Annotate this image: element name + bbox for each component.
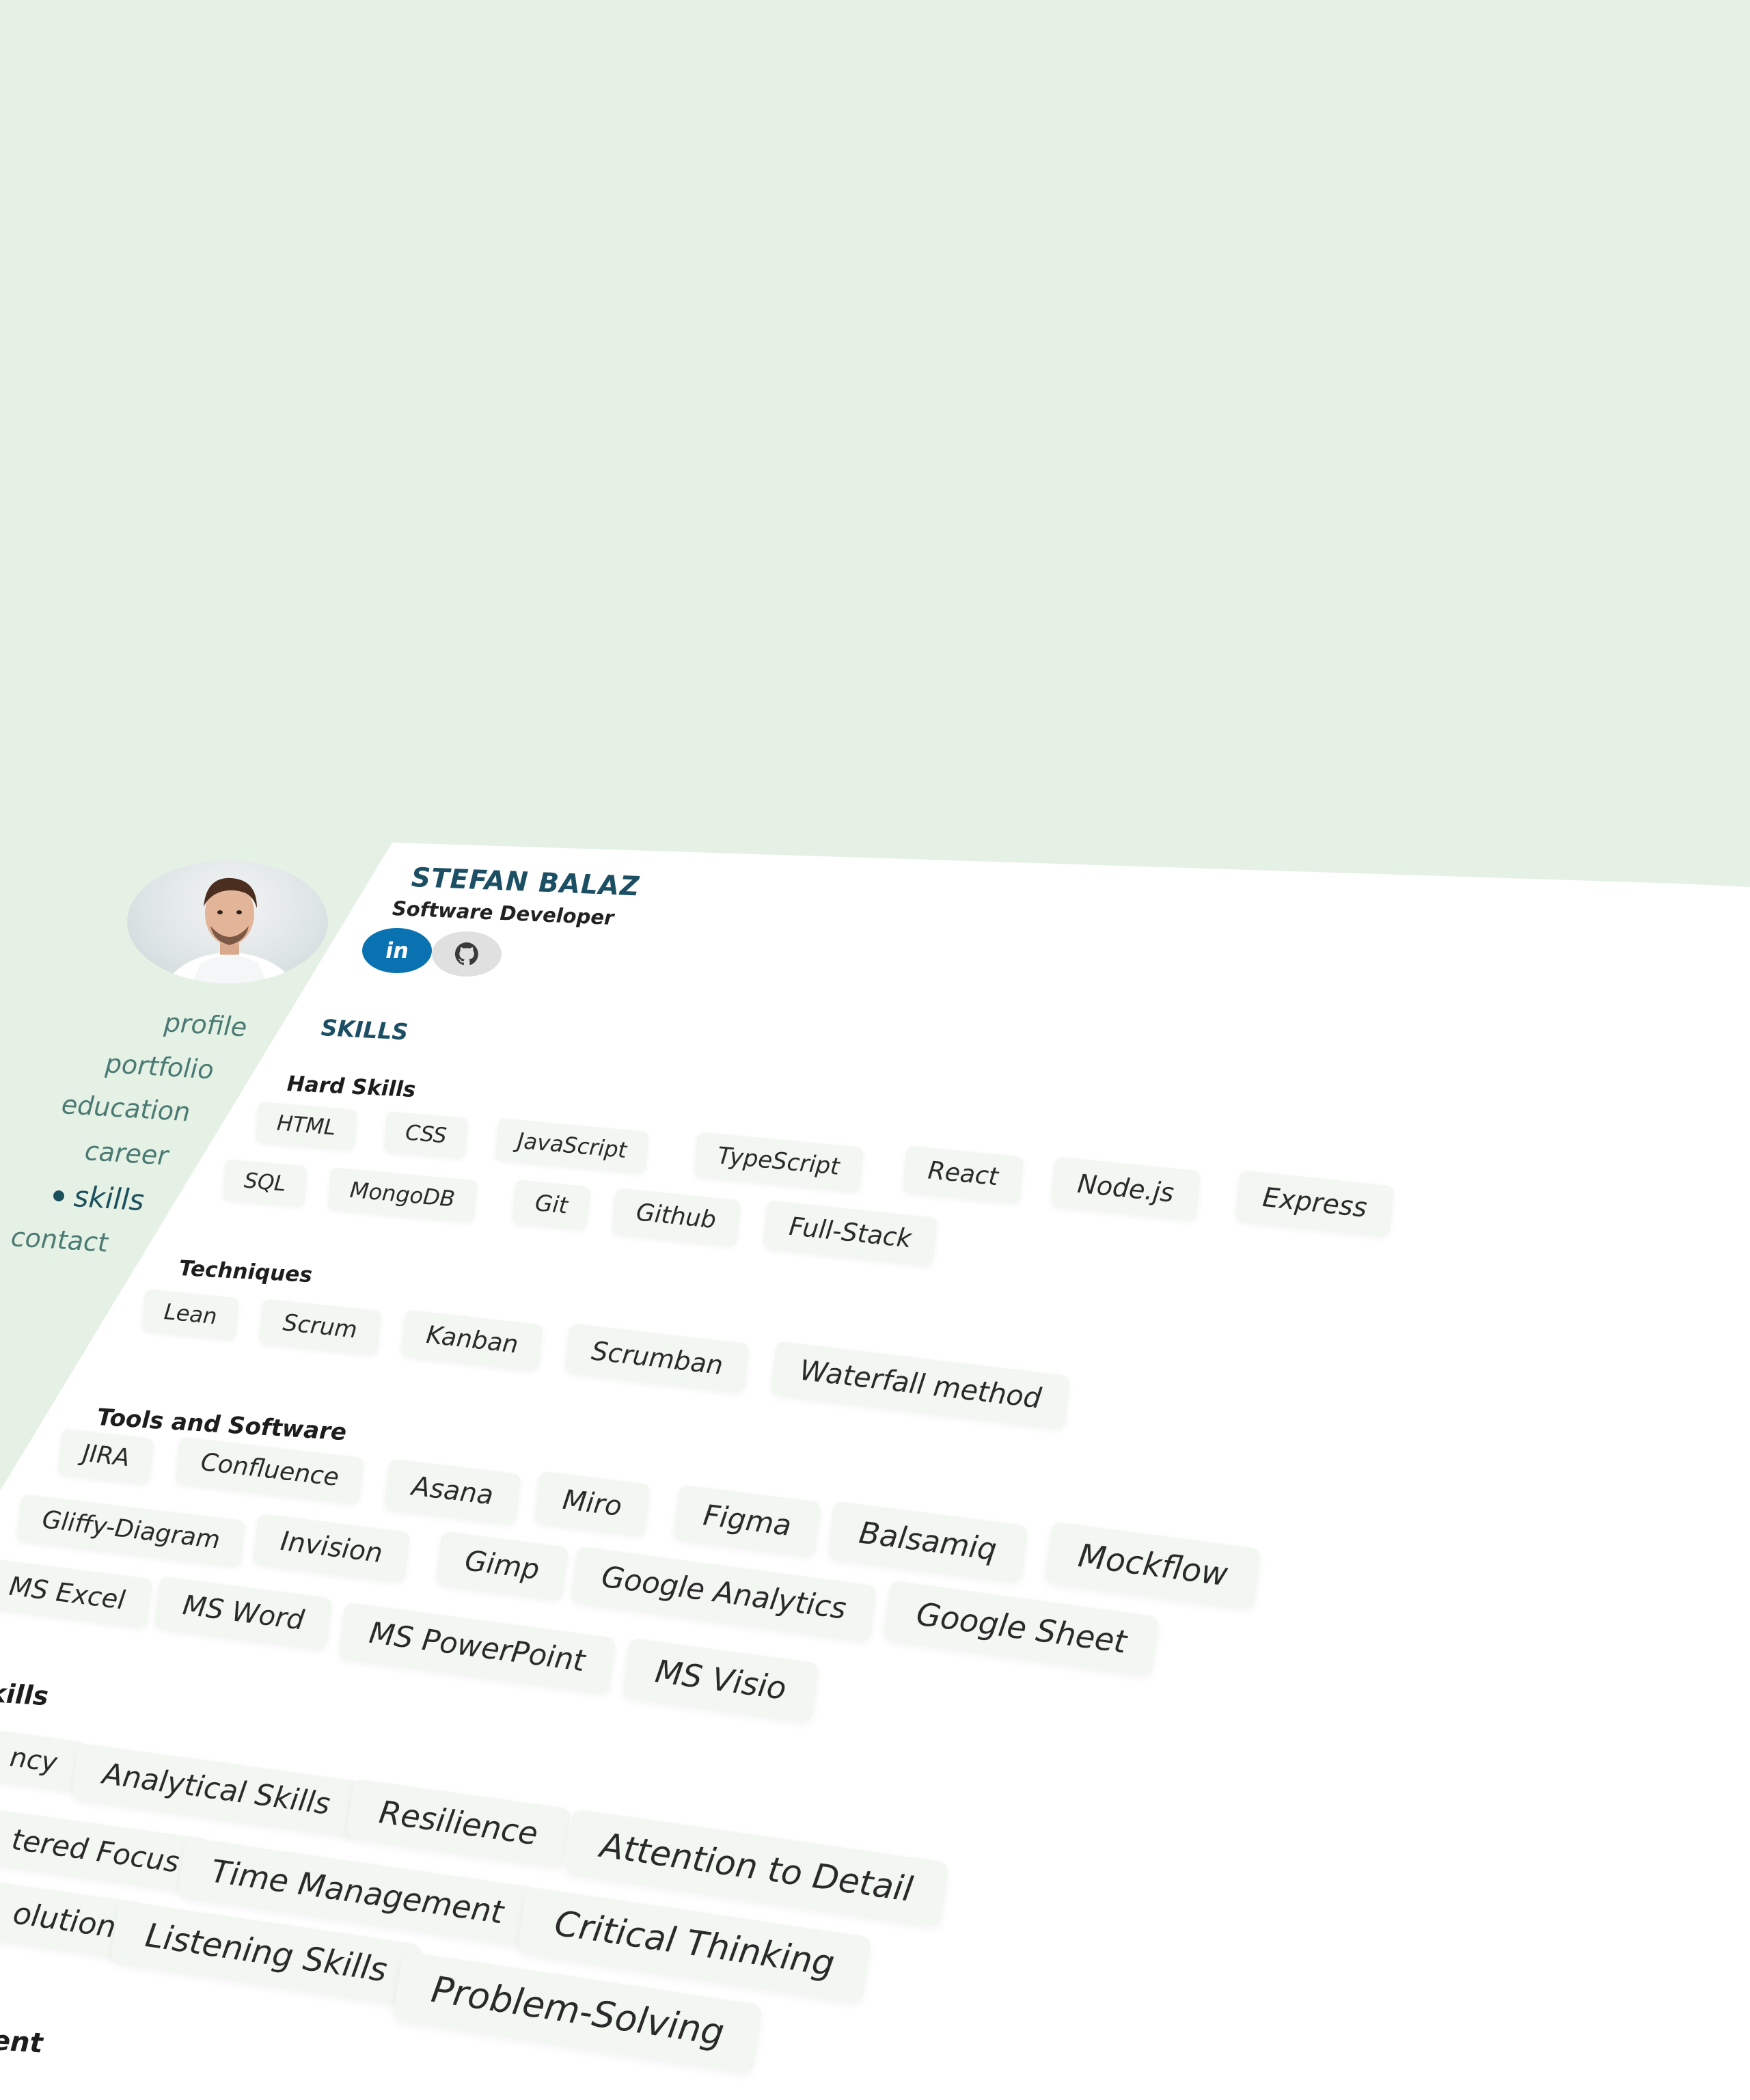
skill-group-title: kills: [0, 1678, 50, 1712]
skill-tag: HTML: [255, 1102, 358, 1150]
nav-item-portfolio[interactable]: portfolio: [105, 1048, 215, 1085]
linkedin-icon: in: [385, 938, 409, 964]
github-button[interactable]: [432, 931, 502, 977]
skill-tag: Git: [511, 1179, 591, 1230]
skill-tag: CSS: [383, 1111, 469, 1158]
section-title: SKILLS: [320, 1014, 409, 1046]
nav-item-skills[interactable]: skills: [73, 1179, 146, 1217]
skill-group-title: ent: [0, 2025, 44, 2060]
avatar: [127, 860, 328, 983]
active-indicator-icon: [53, 1190, 64, 1201]
nav-item-career[interactable]: career: [84, 1136, 169, 1171]
github-icon: [454, 942, 478, 966]
profile-photo: [165, 877, 294, 983]
nav-item-contact[interactable]: contact: [10, 1222, 109, 1258]
skill-tag: SQL: [222, 1159, 308, 1207]
linkedin-button[interactable]: in: [362, 928, 432, 973]
nav-item-education[interactable]: education: [61, 1089, 191, 1127]
nav-item-profile[interactable]: profile: [163, 1007, 248, 1042]
